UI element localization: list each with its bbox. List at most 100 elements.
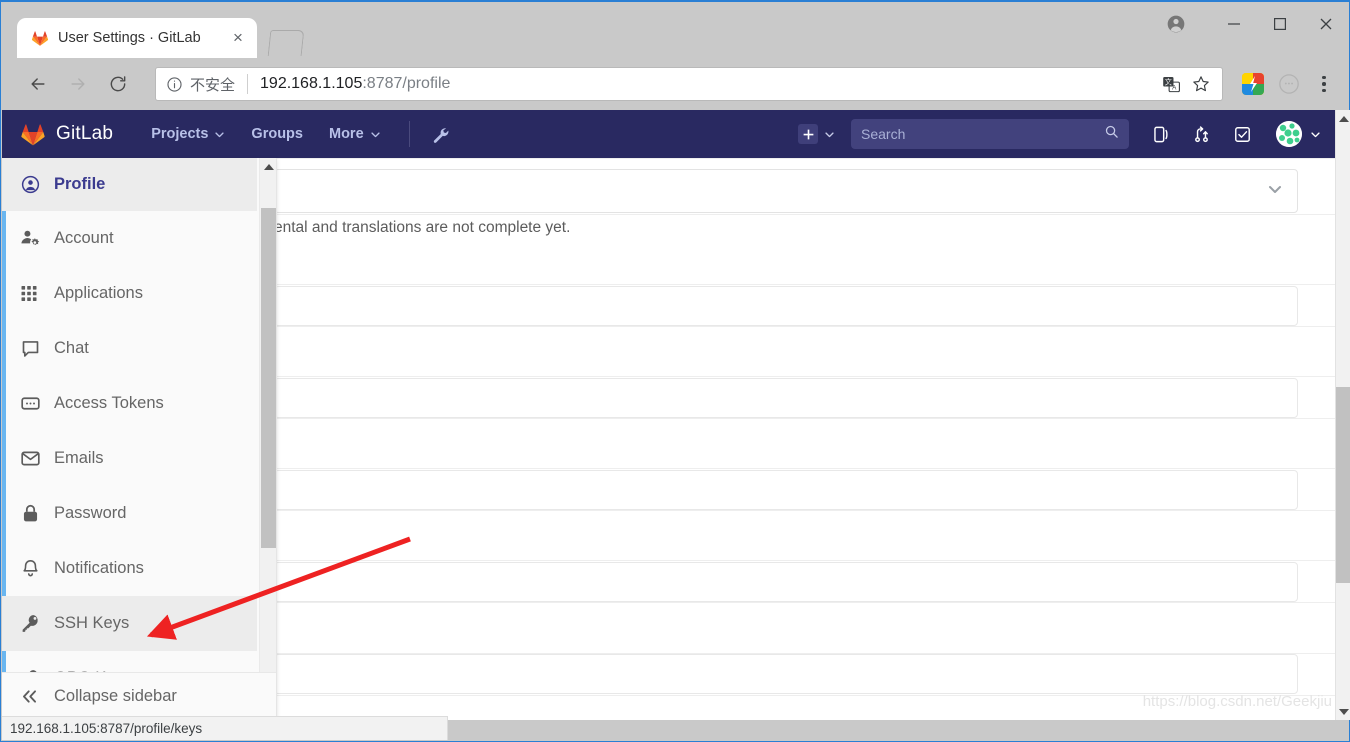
- nav-item-groups-label: Groups: [251, 126, 303, 142]
- url-path: :8787/profile: [362, 75, 451, 92]
- sidebar-item-ssh-keys-label: SSH Keys: [54, 614, 130, 632]
- search-input[interactable]: Search: [851, 119, 1129, 149]
- sidebar-item-notifications-label: Notifications: [54, 559, 144, 577]
- close-window-button[interactable]: [1303, 4, 1349, 44]
- chat-bubble-icon: [20, 338, 46, 359]
- gitlab-nav-links: Projects Groups More: [151, 121, 449, 147]
- plus-icon: [798, 124, 818, 144]
- maximize-button[interactable]: [1257, 4, 1303, 44]
- envelope-icon: [20, 448, 46, 469]
- issues-icon[interactable]: [1151, 125, 1170, 144]
- scroll-up-arrow-icon[interactable]: [260, 158, 276, 175]
- nav-item-more-label: More: [328, 126, 364, 142]
- chevron-down-icon: [370, 129, 381, 140]
- reload-button[interactable]: [101, 67, 135, 101]
- sidebar-item-ssh-keys[interactable]: SSH Keys: [2, 596, 257, 651]
- sidebar-item-access-tokens-label: Access Tokens: [54, 394, 164, 412]
- bell-icon: [20, 558, 46, 579]
- sidebar-item-applications-label: Applications: [54, 284, 143, 302]
- sidebar-item-applications[interactable]: Applications: [2, 266, 257, 321]
- status-bar-url-text: 192.168.1.105:8787/profile/keys: [10, 721, 203, 736]
- collapse-sidebar-label: Collapse sidebar: [54, 687, 177, 705]
- back-button[interactable]: [21, 67, 55, 101]
- sidebar-item-password-label: Password: [54, 504, 127, 522]
- grid-apps-icon: [20, 284, 46, 304]
- omnibox-divider: [247, 74, 249, 94]
- security-chip[interactable]: 不安全: [166, 74, 235, 95]
- browser-tab[interactable]: User Settings · GitLab ×: [17, 18, 257, 58]
- three-dot-menu-icon[interactable]: [1309, 69, 1339, 99]
- sidebar-item-emails[interactable]: Emails: [2, 431, 257, 486]
- star-icon[interactable]: [1188, 71, 1214, 97]
- gitlab-logo-icon: [20, 121, 46, 147]
- gitlab-home-link[interactable]: GitLab: [20, 121, 113, 147]
- url-text: 192.168.1.105:8787/profile: [260, 75, 1154, 93]
- page-scrollbar[interactable]: [1335, 110, 1350, 720]
- sidebar-item-password[interactable]: Password: [2, 486, 257, 541]
- sidebar-item-profile-label: Profile: [54, 175, 106, 193]
- sidebar-item-access-tokens[interactable]: Access Tokens: [2, 376, 257, 431]
- gitlab-navbar: GitLab Projects Groups More Search: [2, 110, 1335, 158]
- form-field[interactable]: [274, 378, 1298, 418]
- chevron-down-icon: [824, 129, 835, 140]
- sidebar-item-notifications[interactable]: Notifications: [2, 541, 257, 596]
- security-label: 不安全: [190, 76, 236, 94]
- tab-title: User Settings · GitLab: [58, 30, 201, 46]
- new-tab-button[interactable]: [267, 30, 305, 56]
- sidebar-nav-list: Profile Account Applications Chat Access…: [2, 158, 257, 706]
- todos-icon[interactable]: [1233, 125, 1252, 144]
- translate-icon[interactable]: 文 A: [1158, 71, 1184, 97]
- search-icon[interactable]: [1104, 124, 1119, 144]
- account-circle-icon[interactable]: [1153, 4, 1199, 44]
- url-host: 192.168.1.105: [260, 75, 363, 92]
- sidebar-item-account[interactable]: Account: [2, 211, 257, 266]
- form-field[interactable]: [274, 470, 1298, 510]
- sidebar-item-emails-label: Emails: [54, 449, 104, 467]
- nav-item-groups[interactable]: Groups: [251, 126, 303, 142]
- settings-sidebar: Profile Account Applications Chat Access…: [2, 158, 277, 720]
- merge-requests-icon[interactable]: [1192, 125, 1211, 144]
- page-scrollbar-thumb[interactable]: [1336, 387, 1350, 583]
- nav-item-projects[interactable]: Projects: [151, 126, 225, 142]
- scroll-up-arrow-icon[interactable]: [1336, 110, 1350, 127]
- sidebar-item-profile[interactable]: Profile: [2, 158, 257, 211]
- user-circle-icon: [20, 174, 46, 195]
- form-field[interactable]: [274, 562, 1298, 602]
- browser-toolbar: 不安全 192.168.1.105:8787/profile 文 A: [1, 58, 1349, 110]
- minimize-button[interactable]: [1211, 4, 1257, 44]
- form-field[interactable]: [274, 286, 1298, 326]
- nav-item-projects-label: Projects: [151, 126, 209, 142]
- chevron-down-icon: [214, 129, 225, 140]
- nav-item-more[interactable]: More: [329, 126, 381, 142]
- user-gear-icon: [20, 228, 46, 249]
- lock-icon: [20, 503, 46, 524]
- sidebar-item-account-label: Account: [54, 229, 114, 247]
- search-placeholder: Search: [861, 126, 906, 142]
- chevron-down-icon[interactable]: [1310, 129, 1321, 140]
- watermark: https://blog.csdn.net/Geekjiu: [1142, 693, 1332, 710]
- browser-frame: User Settings · GitLab × 不安全 192.168.1.1…: [0, 0, 1350, 742]
- extension-icon[interactable]: [1239, 70, 1267, 98]
- collapse-sidebar-button[interactable]: Collapse sidebar: [2, 672, 276, 720]
- scroll-down-arrow-icon[interactable]: [1336, 703, 1350, 720]
- new-dropdown[interactable]: [798, 124, 835, 144]
- window-controls: [1153, 2, 1349, 46]
- user-avatar[interactable]: [1276, 121, 1302, 147]
- sidebar-scrollbar-thumb[interactable]: [261, 208, 276, 548]
- key-icon: [20, 613, 46, 634]
- address-bar[interactable]: 不安全 192.168.1.105:8787/profile 文 A: [155, 67, 1223, 101]
- double-chevron-left-icon: [20, 687, 46, 706]
- form-field[interactable]: [274, 654, 1298, 694]
- profile-avatar-icon[interactable]: [1275, 70, 1303, 98]
- sidebar-item-chat[interactable]: Chat: [2, 321, 257, 376]
- language-select[interactable]: [274, 169, 1298, 213]
- gitlab-brand-text: GitLab: [56, 123, 114, 144]
- svg-text:A: A: [1172, 84, 1177, 91]
- token-icon: [20, 393, 46, 414]
- chevron-down-icon: [1267, 181, 1283, 202]
- sidebar-scrollbar[interactable]: [259, 158, 276, 706]
- browser-window: User Settings · GitLab × 不安全 192.168.1.1…: [0, 0, 1350, 742]
- wrench-icon[interactable]: [430, 125, 449, 144]
- forward-button: [61, 67, 95, 101]
- close-icon[interactable]: ×: [229, 29, 247, 47]
